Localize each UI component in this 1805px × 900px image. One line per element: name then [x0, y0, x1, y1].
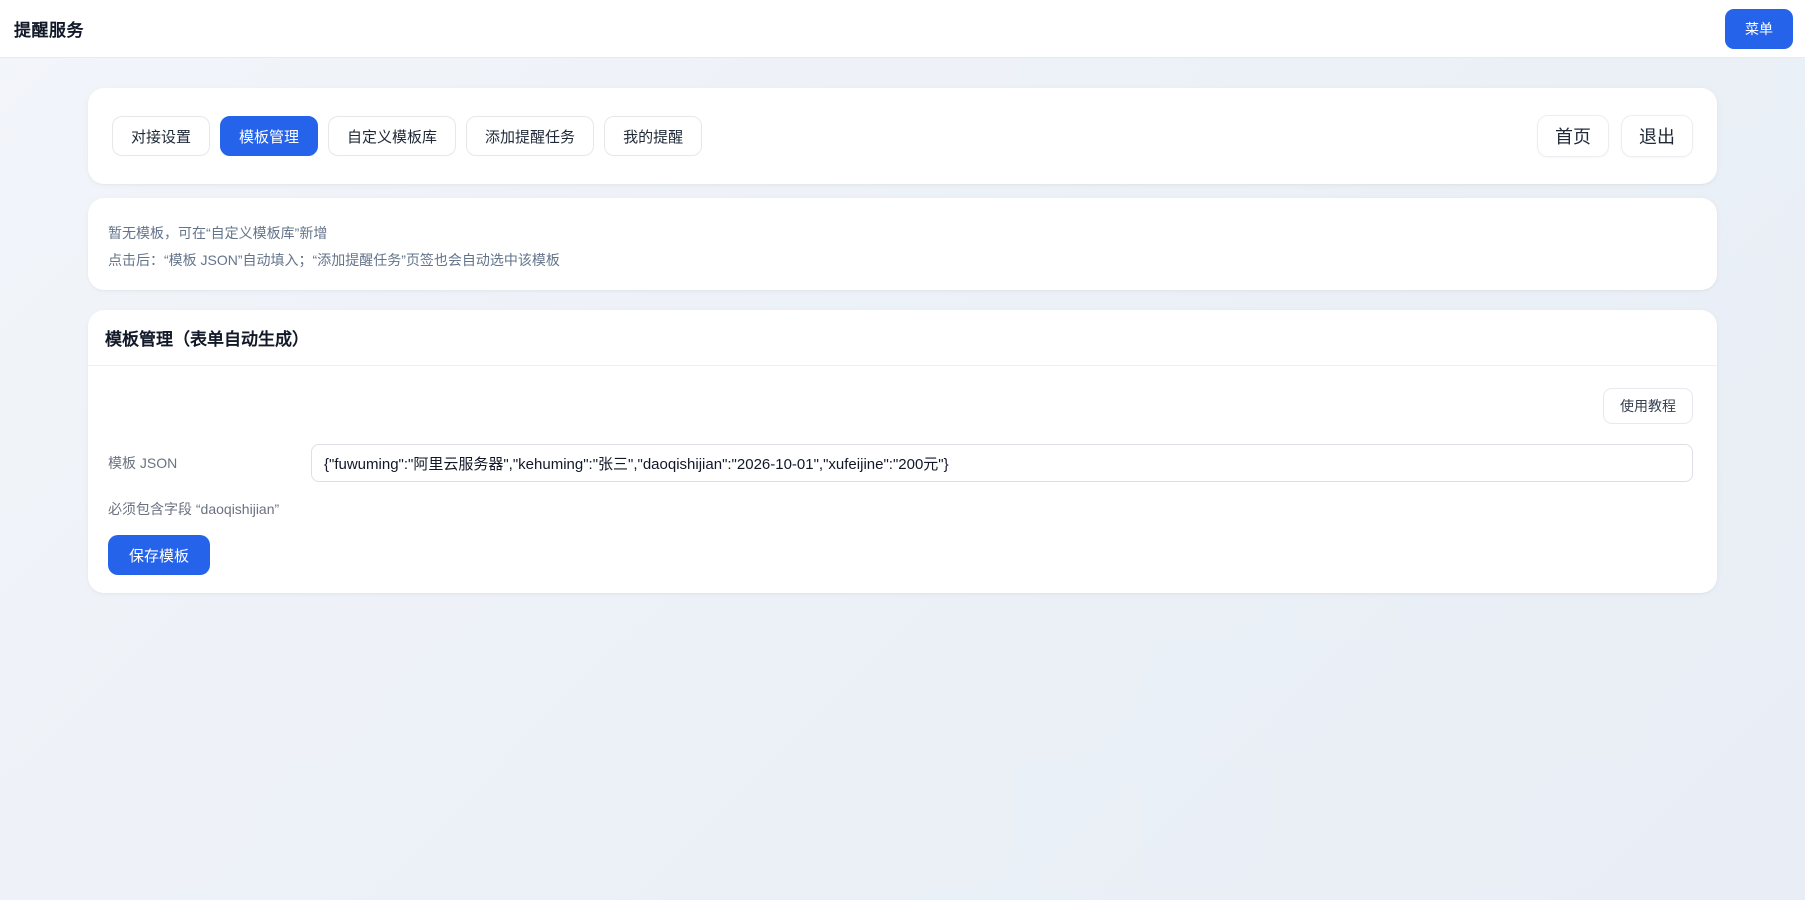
save-template-button[interactable]: 保存模板 — [108, 535, 211, 575]
section-body: 使用教程 模板 JSON 必须包含字段 “daoqishijian” 保存模板 — [88, 366, 1717, 599]
nav-card: 对接设置 模板管理 自定义模板库 添加提醒任务 我的提醒 首页 退出 — [88, 88, 1717, 184]
template-json-label: 模板 JSON — [108, 455, 178, 471]
template-management-card: 模板管理（表单自动生成） 使用教程 模板 JSON 必须包含字段 “daoqis… — [88, 310, 1717, 593]
logout-button[interactable]: 退出 — [1621, 115, 1693, 157]
tutorial-button[interactable]: 使用教程 — [1603, 388, 1693, 424]
tab-bar: 对接设置 模板管理 自定义模板库 添加提醒任务 我的提醒 — [112, 116, 703, 156]
tab-custom-template-library[interactable]: 自定义模板库 — [328, 116, 457, 156]
required-field-hint: 必须包含字段 “daoqishijian” — [108, 501, 280, 517]
top-header: 提醒服务 菜单 — [0, 0, 1805, 58]
section-title: 模板管理（表单自动生成） — [105, 330, 309, 349]
menu-button[interactable]: 菜单 — [1725, 8, 1793, 49]
section-header: 模板管理（表单自动生成） — [88, 310, 1717, 366]
notice-card: 暂无模板，可在“自定义模板库”新增 点击后：“模板 JSON”自动填入；“添加提… — [88, 198, 1717, 290]
tab-template-management[interactable]: 模板管理 — [220, 116, 319, 156]
tab-my-reminders[interactable]: 我的提醒 — [604, 116, 703, 156]
page-content: 对接设置 模板管理 自定义模板库 添加提醒任务 我的提醒 首页 退出 暂无模板，… — [0, 58, 1805, 593]
app-title: 提醒服务 — [14, 21, 84, 40]
template-json-row: 模板 JSON — [108, 444, 1693, 482]
notice-click-hint-text: 点击后：“模板 JSON”自动填入；“添加提醒任务”页签也会自动选中该模板 — [108, 252, 560, 268]
tab-connection-settings[interactable]: 对接设置 — [112, 116, 211, 156]
home-button[interactable]: 首页 — [1537, 115, 1609, 157]
notice-empty-template-text: 暂无模板，可在“自定义模板库”新增 — [108, 225, 328, 241]
tutorial-row: 使用教程 — [108, 388, 1693, 424]
template-json-input[interactable] — [311, 444, 1693, 482]
tab-add-reminder-task[interactable]: 添加提醒任务 — [466, 116, 595, 156]
nav-actions: 首页 退出 — [1537, 115, 1693, 157]
